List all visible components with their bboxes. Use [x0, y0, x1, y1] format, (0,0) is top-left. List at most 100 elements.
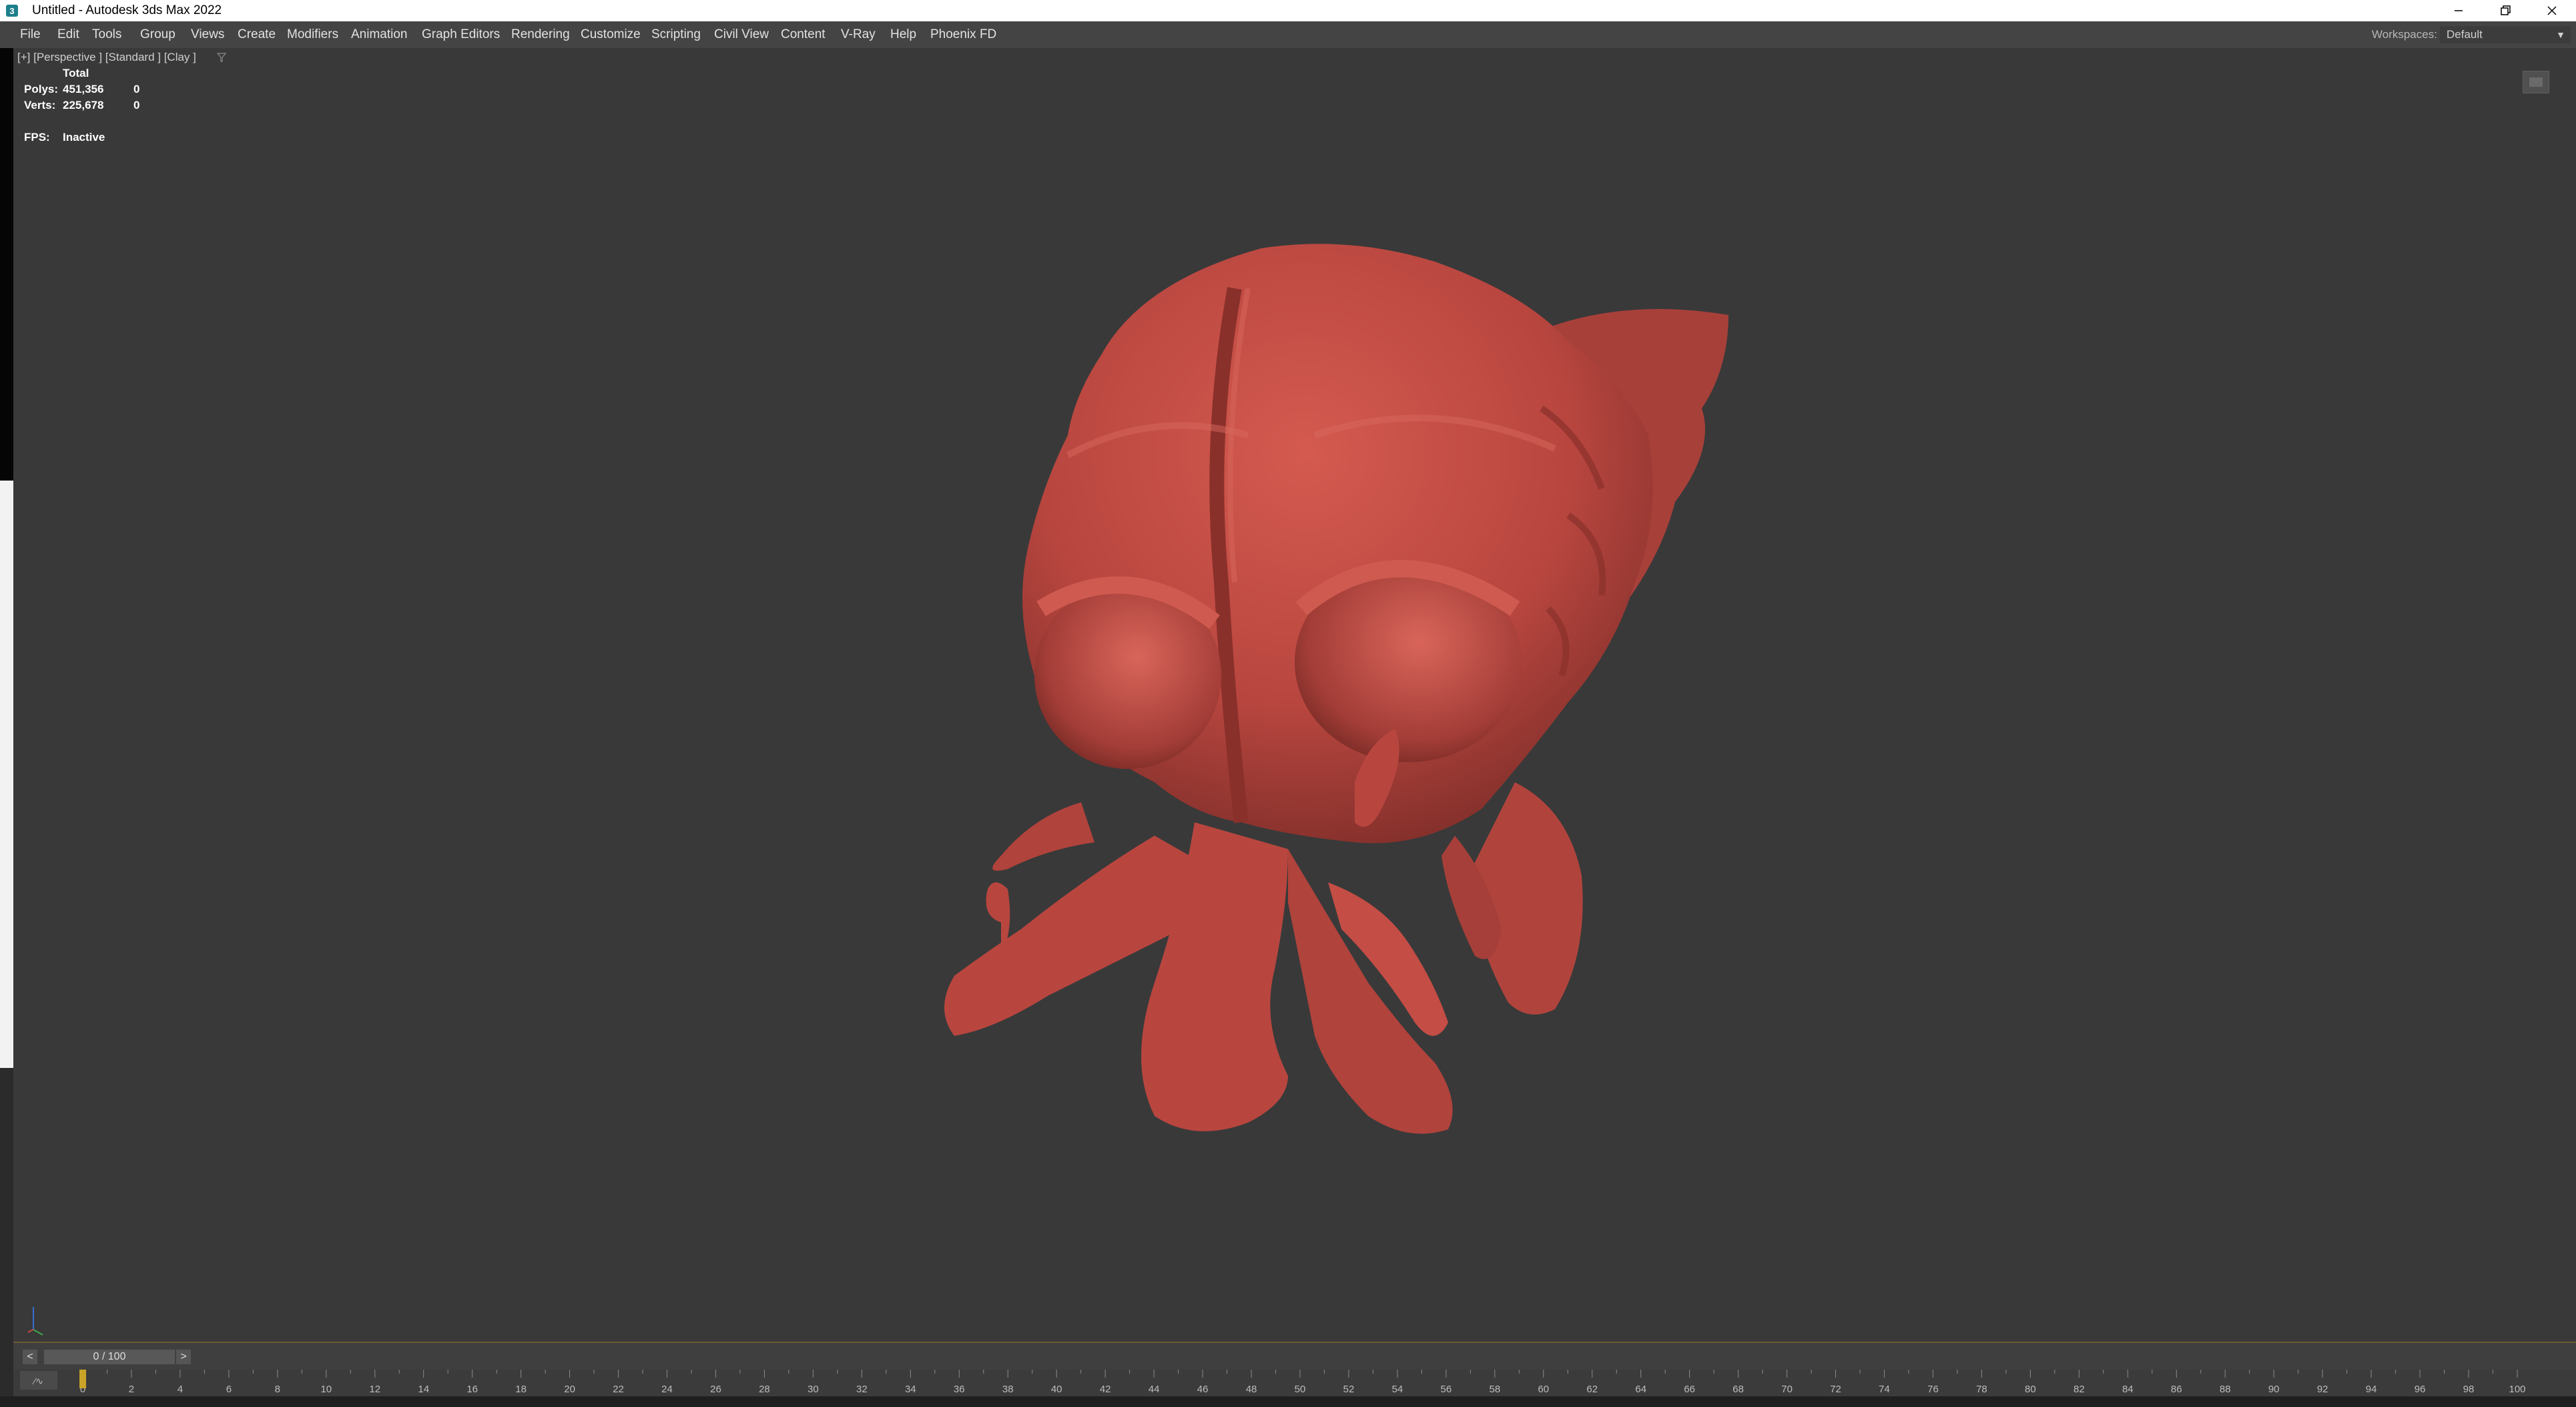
chevron-down-icon: ▼: [2556, 29, 2565, 40]
timeline-tick-label: 76: [1927, 1384, 1939, 1395]
timeline-tick-label: 24: [661, 1384, 673, 1395]
menu-help[interactable]: Help: [890, 21, 916, 48]
menu-file[interactable]: File: [20, 21, 41, 48]
os-taskbar: [0, 1396, 2576, 1407]
timeline-tick-label: 34: [905, 1384, 916, 1395]
timeline-tick-label: 92: [2317, 1384, 2328, 1395]
timeline-tick-label: 84: [2122, 1384, 2134, 1395]
timeline-tick-label: 26: [710, 1384, 721, 1395]
verts-selected: 0: [133, 99, 140, 111]
viewcube-home-button[interactable]: [2523, 71, 2549, 93]
timeline-tick-label: 68: [1732, 1384, 1744, 1395]
menu-animation[interactable]: Animation: [351, 21, 408, 48]
menu-rendering[interactable]: Rendering: [511, 21, 570, 48]
timeline-tick-label: 4: [178, 1384, 183, 1395]
polys-value: 451,356: [63, 83, 104, 95]
timeline-tick-label: 2: [129, 1384, 134, 1395]
menu-group[interactable]: Group: [140, 21, 176, 48]
timeline-tick-label: 22: [613, 1384, 624, 1395]
left-panel-light: [0, 481, 13, 1068]
menu-views[interactable]: Views: [191, 21, 224, 48]
timeline-tick-label: 44: [1149, 1384, 1160, 1395]
timeline-tick-label: 96: [2414, 1384, 2426, 1395]
verts-label: Verts:: [24, 99, 56, 111]
menu-bar: File Edit Tools Group Views Create Modif…: [0, 21, 2576, 49]
timeline-tick-label: 88: [2220, 1384, 2231, 1395]
fps-label: FPS:: [24, 131, 50, 144]
current-frame-marker[interactable]: [79, 1370, 86, 1388]
close-button[interactable]: [2523, 0, 2576, 21]
timeline-tick-label: 12: [369, 1384, 380, 1395]
timeline-tick-label: 16: [466, 1384, 478, 1395]
close-icon: [2547, 6, 2557, 15]
timeline-tick-label: 20: [564, 1384, 575, 1395]
time-slider-thumb[interactable]: 0 / 100: [44, 1350, 175, 1364]
home-icon: [2529, 77, 2543, 87]
stats-header: Total: [63, 67, 89, 79]
timeline-tick-label: 58: [1489, 1384, 1500, 1395]
left-panel-dark: [0, 48, 13, 481]
polys-selected: 0: [133, 83, 140, 95]
minimize-icon: [2455, 10, 2463, 11]
axis-tripod-icon: [27, 1307, 43, 1336]
timeline-ruler: ⁄∿ 0 2 4 6 8 10 12 14 16 18 20 22 24 26 28 30 32 34 36 38 40…: [20, 1370, 2526, 1395]
workspaces-dropdown[interactable]: Default ▼: [2440, 26, 2571, 43]
predator-skull-model[interactable]: [781, 235, 1748, 1196]
perspective-viewport[interactable]: [+] [Perspective ] [Standard ] [Clay ] T…: [13, 48, 2576, 1342]
timeline-tick-label: 54: [1392, 1384, 1403, 1395]
menu-content[interactable]: Content: [781, 21, 826, 48]
workspaces-value: Default: [2447, 28, 2483, 41]
time-next-button[interactable]: >: [176, 1350, 191, 1364]
timeline-tick-label: 86: [2171, 1384, 2182, 1395]
title-bar: 3 Untitled - Autodesk 3ds Max 2022: [0, 0, 2576, 21]
timeline-tick-label: 50: [1295, 1384, 1306, 1395]
curve-editor-icon: ⁄∿: [32, 1376, 43, 1386]
timeline-tick-label: 94: [2366, 1384, 2377, 1395]
menu-customize[interactable]: Customize: [581, 21, 641, 48]
svg-text:3: 3: [9, 6, 14, 16]
timeline-tick-label: 74: [1879, 1384, 1890, 1395]
polys-label: Polys:: [24, 83, 59, 95]
menu-modifiers[interactable]: Modifiers: [287, 21, 338, 48]
timeline-tick-label: 10: [320, 1384, 332, 1395]
restore-icon: [2501, 5, 2511, 15]
timeline-tick-label: 82: [2073, 1384, 2085, 1395]
timeline-tick-label: 70: [1781, 1384, 1793, 1395]
menu-civil-view[interactable]: Civil View: [714, 21, 769, 48]
timeline-tick-label: 18: [515, 1384, 527, 1395]
menu-vray[interactable]: V-Ray: [841, 21, 876, 48]
timeline-tick-label: 42: [1100, 1384, 1111, 1395]
timeline-tick-label: 56: [1441, 1384, 1452, 1395]
timeline-tick-label: 62: [1586, 1384, 1598, 1395]
timeline-tick-label: 66: [1684, 1384, 1695, 1395]
timeline-tick-label: 64: [1635, 1384, 1646, 1395]
track-bar[interactable]: ⁄∿ 0 2 4 6 8 10 12 14 16 18 20 22 24 26 28 30 32 34 36 38 40…: [13, 1370, 2576, 1396]
timeline-tick-label: 98: [2463, 1384, 2475, 1395]
menu-create[interactable]: Create: [238, 21, 276, 48]
timeline-tick-label: 30: [808, 1384, 819, 1395]
menu-tools[interactable]: Tools: [92, 21, 121, 48]
timeline-tick-label: 80: [2025, 1384, 2036, 1395]
filter-icon[interactable]: [216, 52, 227, 63]
timeline-tick-label: 28: [759, 1384, 770, 1395]
timeline-tick-label: 90: [2268, 1384, 2280, 1395]
menu-scripting[interactable]: Scripting: [651, 21, 701, 48]
workspaces-label: Workspaces:: [2372, 28, 2437, 41]
timeline-tick-label: 40: [1051, 1384, 1062, 1395]
timeline-tick-label: 100: [2509, 1384, 2525, 1395]
time-prev-button[interactable]: <: [23, 1350, 37, 1364]
timeline-tick-label: 48: [1246, 1384, 1257, 1395]
timeline-tick-label: 72: [1830, 1384, 1841, 1395]
timeline-tick-label: 8: [275, 1384, 280, 1395]
fps-value: Inactive: [63, 131, 105, 144]
time-slider[interactable]: < 0 / 100 >: [13, 1342, 2576, 1371]
menu-graph-editors[interactable]: Graph Editors: [422, 21, 500, 48]
menu-edit[interactable]: Edit: [57, 21, 79, 48]
timeline-tick-label: 38: [1002, 1384, 1014, 1395]
left-panel-strip: [0, 48, 13, 1396]
timeline-tick-label: 60: [1538, 1384, 1549, 1395]
viewport-label-menu[interactable]: [+] [Perspective ] [Standard ] [Clay ]: [17, 51, 196, 64]
verts-value: 225,678: [63, 99, 104, 111]
timeline-tick-label: 32: [856, 1384, 868, 1395]
menu-phoenix-fd[interactable]: Phoenix FD: [930, 21, 996, 48]
